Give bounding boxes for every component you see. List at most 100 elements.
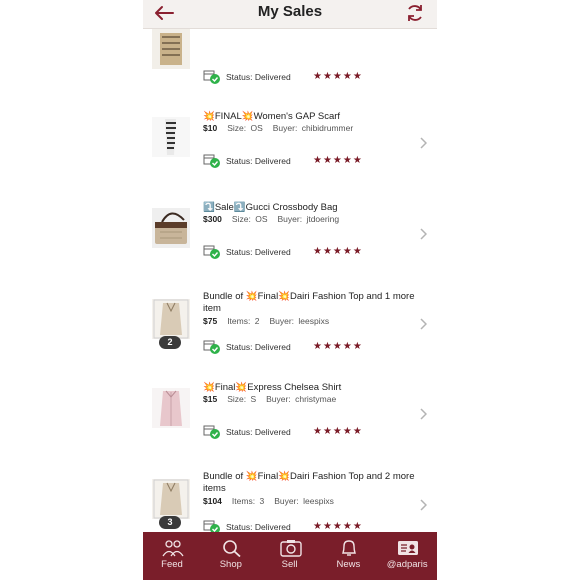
item-price: $104 (203, 496, 222, 506)
status-label: Status: (226, 522, 253, 532)
chevron-right-icon[interactable] (419, 227, 428, 240)
tab-label: Feed (161, 559, 183, 570)
buyer-label: Buyer: (272, 123, 298, 133)
delivery-status: Status: Delivered (226, 342, 291, 352)
delivered-package-icon (203, 339, 221, 354)
buyer-label: Buyer: (277, 214, 303, 224)
buyer-username: jtdoering (306, 214, 340, 224)
delivery-status: Status: Delivered (226, 427, 291, 437)
chevron-right-icon[interactable] (419, 136, 428, 149)
status-label: Status: (226, 427, 253, 437)
delivered-package-icon (203, 69, 221, 84)
tab-sell[interactable]: Sell (261, 532, 319, 580)
status-value: Delivered (254, 156, 291, 166)
delivery-status: Status: Delivered (226, 72, 291, 82)
tab-label: Sell (281, 559, 298, 570)
status-value: Delivered (254, 522, 291, 532)
detail-value: OS (250, 123, 263, 133)
chevron-right-icon[interactable] (419, 407, 428, 420)
item-title: Bundle of 💥Final💥Dairi Fashion Top and 1… (203, 291, 415, 314)
delivery-status: Status: Delivered (226, 156, 291, 166)
sale-item[interactable]: 2 Bundle of 💥Final💥Dairi Fashion Top and … (143, 280, 437, 370)
tab-news[interactable]: News (319, 532, 377, 580)
detail-value: 3 (259, 496, 265, 506)
buyer-username: leespixs (303, 496, 334, 506)
tab-label: Shop (219, 559, 242, 570)
buyer-username: chibidrummer (301, 123, 354, 133)
status-label: Status: (226, 342, 253, 352)
tab-feed[interactable]: Feed (143, 532, 201, 580)
status-value: Delivered (254, 342, 291, 352)
buyer-username: leespixs (298, 316, 330, 326)
fashion-top-icon (152, 299, 190, 339)
detail-label: Size: (227, 394, 247, 404)
status-label: Status: (226, 247, 253, 257)
delivered-package-icon (203, 519, 221, 532)
sale-item[interactable]: 3 Bundle of 💥Final💥Dairi Fashion Top and … (143, 460, 437, 532)
rating-stars: ★★★★★ (313, 155, 363, 166)
status-label: Status: (226, 72, 253, 82)
chevron-right-icon[interactable] (419, 498, 428, 511)
item-price: $10 (203, 123, 218, 133)
pink-shirt-icon (152, 388, 190, 428)
item-title: ⤵️Sale⤵️Gucci Crossbody Bag (203, 202, 338, 213)
item-price: $300 (203, 214, 222, 224)
tab-shop[interactable]: Shop (202, 532, 260, 580)
delivered-package-icon (203, 244, 221, 259)
status-value: Delivered (254, 427, 291, 437)
status-value: Delivered (254, 247, 291, 257)
rating-stars: ★★★★★ (313, 341, 363, 352)
detail-value: OS (255, 214, 268, 224)
item-title: 💥Final💥Express Chelsea Shirt (203, 382, 342, 393)
status-label: Status: (226, 156, 253, 166)
item-meta: $104 Items: 3 Buyer: leespixs (203, 496, 334, 506)
sales-list: $10Size: OSBuyer: aja807Status: Delivere… (143, 29, 437, 532)
bottom-tab-bar: Feed Shop Sell News @adparis (143, 532, 437, 580)
delivery-status: Status: Delivered (226, 522, 291, 532)
item-title: 💥FINAL💥Women's GAP Scarf (203, 111, 341, 122)
sale-item[interactable]: 💥Final💥Express Chelsea Shirt $15 Size: S Bu… (143, 369, 437, 461)
sale-item[interactable]: 💥FINAL💥Women's GAP Scarf $10 Size: OS Buyer… (143, 98, 437, 190)
bundle-count-badge: 3 (159, 516, 181, 529)
top-bar: My Sales (143, 0, 437, 29)
detail-label: Size: (227, 123, 247, 133)
detail-label: Size: (231, 214, 251, 224)
rating-stars: ★★★★★ (313, 71, 363, 82)
sale-item[interactable]: $10Size: OSBuyer: aja807Status: Delivere… (143, 29, 437, 99)
status-value: Delivered (254, 72, 291, 82)
item-meta: $10 Size: OS Buyer: chibidrummer (203, 123, 353, 133)
refresh-icon[interactable] (405, 3, 425, 23)
delivered-package-icon (203, 424, 221, 439)
tab-label: @adparis (386, 559, 428, 570)
item-meta: $15 Size: S Buyer: christymae (203, 394, 336, 404)
rating-stars: ★★★★★ (313, 246, 363, 257)
item-title: Bundle of 💥Final💥Dairi Fashion Top and 2… (203, 471, 415, 494)
delivered-package-icon (203, 153, 221, 168)
item-price: $75 (203, 316, 218, 326)
sale-item[interactable]: ⤵️Sale⤵️Gucci Crossbody Bag $300 Size: OS B… (143, 189, 437, 281)
buyer-username: christymae (295, 394, 337, 404)
bundle-count-badge: 2 (159, 336, 181, 349)
striped-scarf-icon (152, 117, 190, 157)
rating-stars: ★★★★★ (313, 521, 363, 532)
crossbody-bag-icon (152, 208, 190, 248)
detail-label: Items: (231, 496, 256, 506)
detail-value: S (250, 394, 257, 404)
tab-label: News (336, 559, 361, 570)
phone-screen: My Sales $10Size: OSBuyer: aja807Status:… (143, 0, 437, 580)
buyer-label: Buyer: (266, 394, 291, 404)
chevron-right-icon[interactable] (419, 317, 428, 330)
tab-adparis[interactable]: @adparis (378, 532, 436, 580)
fashion-top-icon (152, 479, 190, 519)
detail-label: Items: (227, 316, 251, 326)
beige-tote-icon (152, 29, 190, 69)
page-title: My Sales (257, 3, 323, 20)
buyer-label: Buyer: (269, 316, 295, 326)
detail-value: 2 (254, 316, 260, 326)
delivery-status: Status: Delivered (226, 247, 291, 257)
rating-stars: ★★★★★ (313, 426, 363, 437)
item-price: $15 (203, 394, 218, 404)
item-meta: $300 Size: OS Buyer: jtdoering (203, 214, 339, 224)
item-meta: $75 Items: 2 Buyer: leespixs (203, 316, 329, 326)
buyer-label: Buyer: (274, 496, 299, 506)
